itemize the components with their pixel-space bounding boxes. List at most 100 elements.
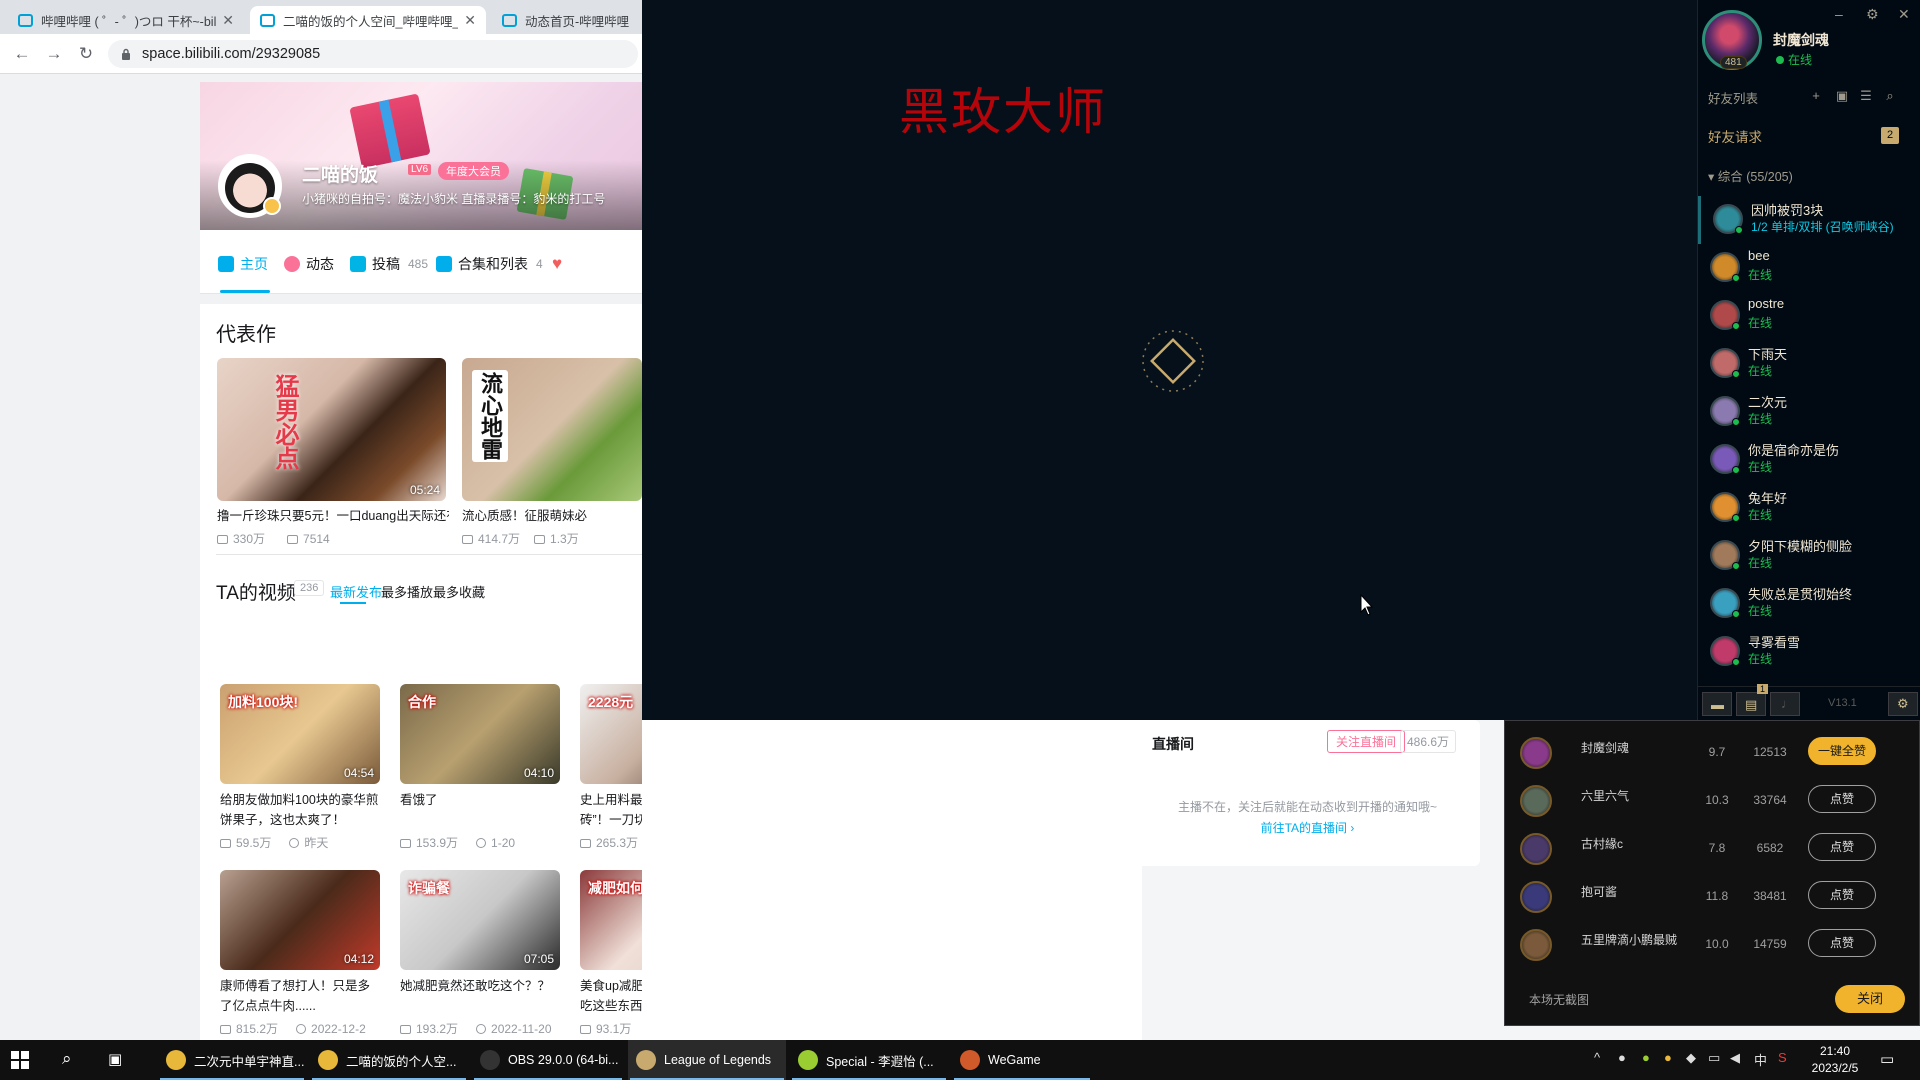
taskbar-app-button[interactable]: WeGame xyxy=(952,1040,1092,1080)
featured-title-text[interactable]: 撸一斤珍珠只要5元！一口duang出天际还有猛男爱 xyxy=(217,506,449,526)
video-thumb[interactable]: 2228元06:35 xyxy=(580,684,642,784)
microphone-tray-icon[interactable]: ● xyxy=(1618,1050,1626,1065)
app-tray-icon[interactable]: ● xyxy=(1664,1050,1672,1065)
taskbar-app-button[interactable]: OBS 29.0.0 (64-bi... xyxy=(472,1040,624,1080)
like-button[interactable]: 点赞 xyxy=(1808,881,1876,909)
reload-icon[interactable]: ↻ xyxy=(74,42,98,66)
like-button[interactable]: 点赞 xyxy=(1808,833,1876,861)
forward-icon[interactable]: → xyxy=(42,42,66,66)
video-title[interactable]: 史上用料最奢华的“巧克力砖”！一刀切下去，嘴角流下 xyxy=(580,790,642,830)
friend-item[interactable]: 下雨天 在线 xyxy=(1698,340,1920,388)
friend-item[interactable]: 你是宿命亦是伤 在线 xyxy=(1698,436,1920,484)
video-thumb[interactable]: 诈骗餐 07:05 xyxy=(400,870,560,970)
online-status-icon xyxy=(1732,562,1740,570)
close-tab-icon[interactable]: ✕ xyxy=(222,12,234,29)
chat-icon: ▬ xyxy=(1711,697,1724,712)
volume-icon[interactable]: ◀ xyxy=(1730,1050,1740,1066)
help-button[interactable]: ⚙ xyxy=(1888,692,1918,716)
search-icon[interactable]: ⌕ xyxy=(1882,88,1898,104)
list-view-icon[interactable]: ☰ xyxy=(1858,88,1874,104)
live-title: 直播间 xyxy=(1152,736,1194,752)
tab-collections[interactable]: 合集和列表 4 xyxy=(436,254,543,274)
taskbar-app-button[interactable]: Special - 李遐怡 (... xyxy=(790,1040,948,1080)
friend-item[interactable]: 夕阳下模糊的侧脸 在线 xyxy=(1698,532,1920,580)
close-icon[interactable]: ✕ xyxy=(1898,6,1910,23)
video-thumb[interactable]: 加料100块! 04:54 xyxy=(220,684,380,784)
play-count-icon xyxy=(462,535,473,544)
taskbar-app-button[interactable]: League of Legends xyxy=(628,1040,786,1080)
friend-item[interactable]: 失败总是贯彻始终 在线 xyxy=(1698,580,1920,628)
browser-tab-space[interactable]: 二喵的饭的个人空间_哔哩哔哩_b ✕ xyxy=(250,6,486,34)
friend-item[interactable]: bee 在线 xyxy=(1698,244,1920,292)
video-title[interactable]: 看饿了 xyxy=(400,790,560,830)
browser-tab-bilibili-home[interactable]: 哔哩哔哩 ( ゜- ゜)つロ 干杯~-bili ✕ xyxy=(8,6,244,34)
honor-player-row: 古村緣c 7.8 6582 点赞 xyxy=(1505,825,1920,873)
friend-requests[interactable]: 好友请求 xyxy=(1708,126,1762,146)
task-view-icon[interactable]: ▣ xyxy=(108,1050,122,1068)
sort-latest[interactable]: 最新发布 xyxy=(330,582,382,601)
heart-icon: ♥ xyxy=(552,254,563,273)
video-thumb[interactable]: 合作 04:10 xyxy=(400,684,560,784)
close-tab-icon[interactable]: ✕ xyxy=(464,12,476,29)
settings-gear-icon[interactable]: ⚙ xyxy=(1866,6,1879,23)
online-status-icon xyxy=(1732,274,1740,282)
friend-item[interactable]: 兔年好 在线 xyxy=(1698,484,1920,532)
back-icon[interactable]: ← xyxy=(10,42,34,66)
taskbar-app-button[interactable]: 二次元中单宇神直... xyxy=(158,1040,306,1080)
friend-item[interactable]: postre 在线 xyxy=(1698,292,1920,340)
gift-box-decoration xyxy=(349,93,431,169)
video-thumb[interactable]: 减肥如何 开心干饭!05:37 xyxy=(580,870,642,970)
my-status[interactable]: 在线 xyxy=(1776,51,1812,68)
like-button[interactable]: 点赞 xyxy=(1808,929,1876,957)
video-title[interactable]: 康师傅看了想打人！只是多了亿点点牛肉...... xyxy=(220,976,380,1016)
ime-indicator[interactable]: 中 xyxy=(1754,1050,1767,1069)
video-title[interactable]: 美食up减肥的第21天！竟然吃这些东西...... xyxy=(580,976,642,1016)
friend-group-header[interactable]: ▾ 综合 (55/205) xyxy=(1708,166,1793,185)
windows-start-icon[interactable] xyxy=(10,1050,30,1070)
featured-title-text[interactable]: 流心质感！征服萌妹必 xyxy=(462,506,642,526)
avatar[interactable] xyxy=(218,154,282,218)
search-icon[interactable]: ⌕ xyxy=(62,1049,72,1069)
notification-tray-icon[interactable]: ◆ xyxy=(1686,1050,1696,1066)
input-method-icon[interactable]: S xyxy=(1778,1050,1787,1065)
like-button[interactable]: 点赞 xyxy=(1808,785,1876,813)
tab-uploads[interactable]: 投稿 485 xyxy=(350,254,428,274)
my-level: 481 xyxy=(1720,56,1747,69)
app-tray-icon[interactable]: ● xyxy=(1642,1050,1650,1065)
video-title[interactable]: 她减肥竟然还敢吃这个？？ xyxy=(400,976,560,1016)
featured-thumb[interactable]: 流心地雷 xyxy=(462,358,642,501)
add-folder-icon[interactable]: ▣ xyxy=(1834,88,1850,104)
chat-button[interactable]: ▬ xyxy=(1702,692,1732,716)
tab-dynamic[interactable]: 动态 xyxy=(284,254,334,274)
action-center-icon[interactable]: ▭ xyxy=(1880,1050,1894,1068)
sort-most-played[interactable]: 最多播放 xyxy=(381,582,433,601)
friend-item[interactable]: 因帅被罚3块 1/2 单排/双排 (召唤师峡谷) xyxy=(1698,196,1920,244)
url-input[interactable]: space.bilibili.com/29329085 xyxy=(108,40,638,68)
taskbar-app-button[interactable]: 二喵的饭的个人空... xyxy=(310,1040,468,1080)
tab-home[interactable]: 主页 xyxy=(218,254,268,274)
video-thumb[interactable]: 04:12 xyxy=(220,870,380,970)
add-friend-icon[interactable]: + xyxy=(1808,88,1824,104)
like-all-button[interactable]: 一键全赞 xyxy=(1808,737,1876,765)
friend-item[interactable]: 寻雾看雪 在线 xyxy=(1698,628,1920,676)
network-icon[interactable]: ▭ xyxy=(1708,1050,1720,1066)
close-honor-button[interactable]: 关闭 xyxy=(1835,985,1905,1013)
tray-expand-icon[interactable]: ^ xyxy=(1594,1050,1600,1065)
video-title[interactable]: 给朋友做加料100块的豪华煎饼果子，这也太爽了！ xyxy=(220,790,380,830)
browser-tab-dynamic[interactable]: 动态首页-哔哩哔哩 xyxy=(492,6,642,34)
clock-icon xyxy=(476,1024,487,1034)
live-room-link[interactable]: 前往TA的直播间 › xyxy=(1135,819,1480,836)
profile-header: 481 封魔剑魂 在线 ‒ ⚙ ✕ xyxy=(1698,0,1920,84)
sort-most-favorited[interactable]: 最多收藏 xyxy=(433,582,485,601)
video-icon xyxy=(350,256,366,272)
follow-live-button[interactable]: 关注直播间 xyxy=(1327,730,1406,753)
minimize-icon[interactable]: ‒ xyxy=(1835,6,1843,22)
featured-title: 代表作 xyxy=(216,324,276,346)
featured-thumb[interactable]: 猛男必点 05:24 xyxy=(217,358,446,501)
profile-banner: 二喵的饭 LV6 年度大会员 小猪咪的自拍号：魔法小豹米 直播录播号：豹米的打工… xyxy=(200,82,642,230)
tab-favorites[interactable]: ♥ xyxy=(552,254,562,274)
voice-button[interactable]: ♩ xyxy=(1770,692,1800,716)
taskbar-clock[interactable]: 21:40 2023/2/5 xyxy=(1800,1043,1870,1077)
messages-button[interactable]: ▤ 1 xyxy=(1736,684,1769,716)
friend-item[interactable]: 二次元 在线 xyxy=(1698,388,1920,436)
